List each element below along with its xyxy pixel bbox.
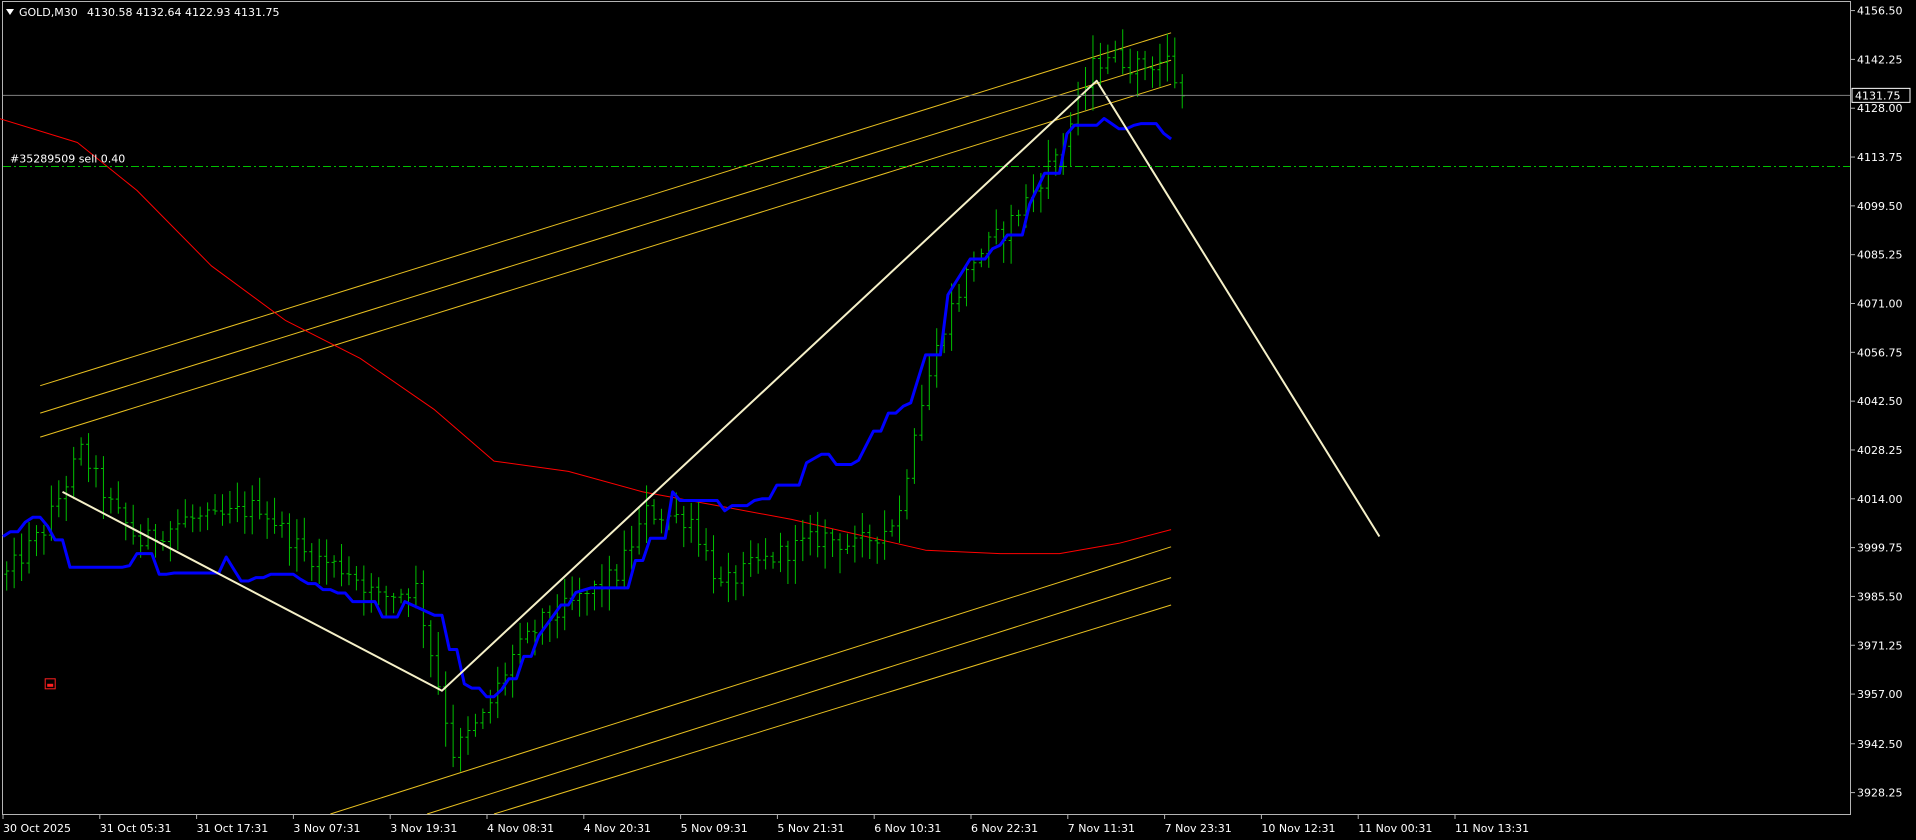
time-tick-label: 6 Nov 10:31 — [874, 822, 941, 835]
time-tick-label: 10 Nov 12:31 — [1261, 822, 1335, 835]
price-tick-label: 4156.50 — [1857, 5, 1903, 18]
price-tick-label: 3928.25 — [1857, 787, 1903, 800]
price-tick-label: 4099.50 — [1857, 200, 1903, 213]
time-tick-label: 7 Nov 11:31 — [1068, 822, 1135, 835]
marker-fill — [47, 683, 54, 687]
current-price-tag: 4131.75 — [1851, 87, 1911, 103]
price-tick-label: 4085.25 — [1857, 249, 1903, 262]
time-tick-label: 31 Oct 17:31 — [197, 822, 269, 835]
price-tick-label: 3999.75 — [1857, 542, 1903, 555]
price-tick-label: 4056.75 — [1857, 346, 1903, 359]
time-tick-label: 4 Nov 08:31 — [487, 822, 554, 835]
chart-background — [0, 0, 1916, 840]
price-tick-label: 4142.25 — [1857, 53, 1903, 66]
price-tick-label: 4128.00 — [1857, 102, 1903, 115]
price-tick-label: 4071.00 — [1857, 298, 1903, 311]
price-tick-label: 3957.00 — [1857, 688, 1903, 701]
time-tick-label: 7 Nov 23:31 — [1165, 822, 1232, 835]
price-tick-label: 4014.00 — [1857, 493, 1903, 506]
time-tick-label: 11 Nov 00:31 — [1358, 822, 1432, 835]
time-tick-label: 5 Nov 09:31 — [681, 822, 748, 835]
time-tick-label: 30 Oct 2025 — [3, 822, 71, 835]
price-tick-label: 4042.50 — [1857, 395, 1903, 408]
time-tick-label: 11 Nov 13:31 — [1455, 822, 1529, 835]
time-tick-label: 3 Nov 07:31 — [293, 822, 360, 835]
time-tick-label: 31 Oct 05:31 — [100, 822, 172, 835]
price-tick-label: 4028.25 — [1857, 444, 1903, 457]
price-tick-label: 3942.50 — [1857, 738, 1903, 751]
time-tick-label: 6 Nov 22:31 — [971, 822, 1038, 835]
chart-header: GOLD,M30 4130.58 4132.64 4122.93 4131.75 — [6, 6, 279, 19]
price-tick-label: 4113.75 — [1857, 151, 1903, 164]
price-chart[interactable]: #35289509 sell 0.40 4156.50 4142.25 4128.0… — [0, 0, 1916, 840]
current-price-label: 4131.75 — [1855, 89, 1901, 102]
time-tick-label: 5 Nov 21:31 — [777, 822, 844, 835]
price-tick-label: 3985.50 — [1857, 590, 1903, 603]
ohlc-values: 4130.58 4132.64 4122.93 4131.75 — [87, 6, 279, 19]
symbol-label: GOLD,M30 — [19, 6, 78, 19]
order-label: #35289509 sell 0.40 — [10, 152, 125, 165]
time-tick-label: 3 Nov 19:31 — [390, 822, 457, 835]
price-tick-label: 3971.25 — [1857, 639, 1903, 652]
time-tick-label: 4 Nov 20:31 — [584, 822, 651, 835]
